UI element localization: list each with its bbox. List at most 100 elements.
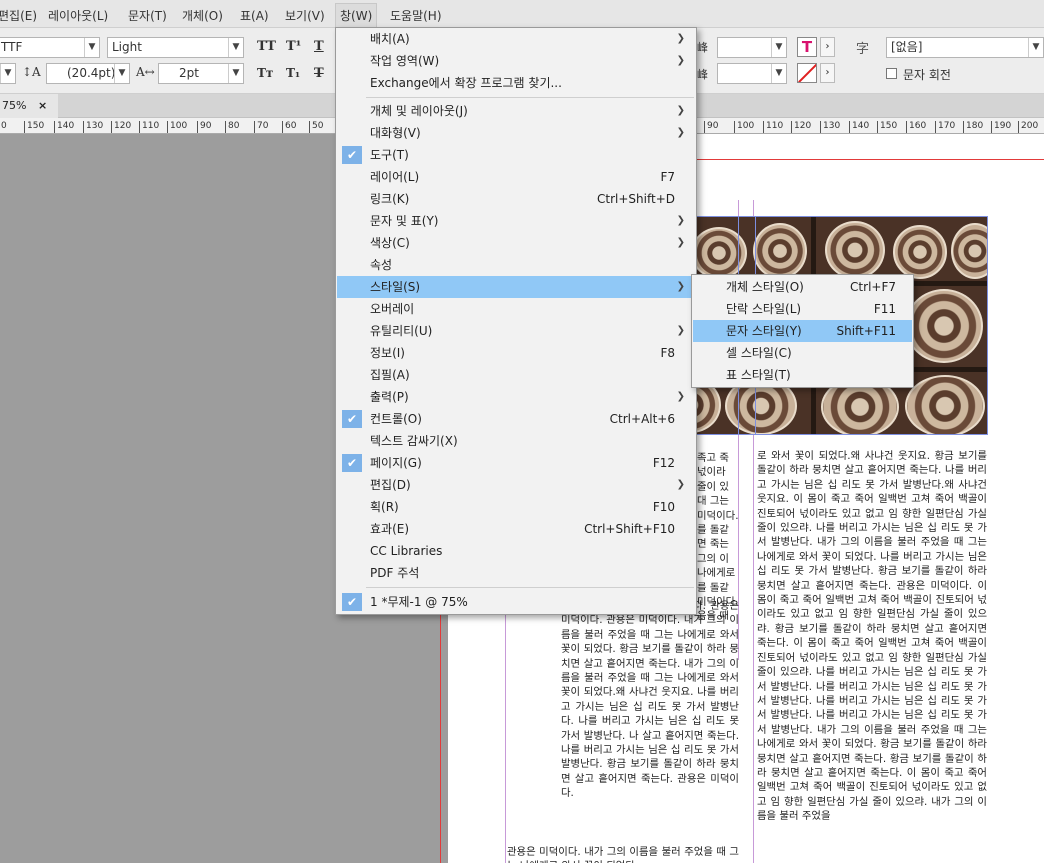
text-frame-left[interactable]: 그는 나에게로 와서 꽃이 되었다. 관용은 미덕이다. 관용은 미덕이다. 내…: [561, 599, 739, 845]
ruler-tick: 130: [83, 121, 103, 133]
stamp-motif: [905, 375, 985, 434]
menu-item-tools[interactable]: ✔ 도구(T): [337, 144, 695, 166]
ruler-tick: 100: [167, 121, 187, 133]
fill-color-icon[interactable]: T: [797, 37, 817, 57]
submenu-arrow-icon: ❯: [676, 105, 685, 116]
strikethrough-icon[interactable]: T: [314, 66, 324, 81]
menu-item-output[interactable]: 출력(P) ❯: [337, 386, 695, 408]
chevron-right-icon[interactable]: ›: [820, 63, 835, 83]
char-style-field[interactable]: [없음] ▼: [886, 37, 1044, 58]
menu-item-color[interactable]: 색상(C) ❯: [337, 232, 695, 254]
menu-item-type-tables[interactable]: 문자 및 표(Y) ❯: [337, 210, 695, 232]
menu-item-editorial[interactable]: 편집(D) ❯: [337, 474, 695, 496]
skew-field[interactable]: ▼: [717, 63, 787, 84]
chevron-down-icon: ▼: [0, 64, 15, 83]
submenu-item-cell-styles[interactable]: 셀 스타일(C): [693, 342, 912, 364]
leading-field[interactable]: (20.4pt) ▼: [46, 63, 130, 84]
char-rotate-label: 문자 회전: [903, 68, 951, 82]
baseline-field[interactable]: ▼: [717, 37, 787, 58]
menu-item-cc-libraries[interactable]: CC Libraries: [337, 540, 695, 562]
menu-item-utilities[interactable]: 유틸리티(U) ❯: [337, 320, 695, 342]
menu-window[interactable]: 창(W): [334, 3, 378, 28]
peek-line: 를 돌같: [697, 581, 729, 594]
menu-type[interactable]: 문자(T): [128, 7, 167, 24]
ruler-tick: 160: [906, 121, 926, 133]
menu-item-pages[interactable]: ✔ 페이지(G) F12: [337, 452, 695, 474]
chevron-down-icon: ▼: [1028, 38, 1043, 57]
menu-item-styles[interactable]: 스타일(S) ❯: [337, 276, 695, 298]
menu-edit[interactable]: 편집(E): [0, 7, 37, 24]
menu-bar: 편집(E) 레이아웃(L) 문자(T) 개체(O) 표(A) 보기(V) 창(W…: [0, 0, 1044, 28]
font-family-field[interactable]: TTF ▼: [0, 37, 100, 58]
menu-item-workspace[interactable]: 작업 영역(W) ❯: [337, 50, 695, 72]
menu-item-interactive[interactable]: 대화형(V) ❯: [337, 122, 695, 144]
document-tab[interactable]: 75% ×: [0, 94, 58, 118]
menu-item-stroke[interactable]: 획(R) F10: [337, 496, 695, 518]
ruler-tick: 100: [734, 121, 754, 133]
menu-table[interactable]: 표(A): [240, 7, 269, 24]
char-style-icon: 字: [856, 42, 870, 57]
submenu-item-table-styles[interactable]: 표 스타일(T): [693, 364, 912, 386]
stamp-motif: [753, 223, 807, 279]
char-rotate-checkbox[interactable]: [886, 68, 897, 79]
ruler-tick: 110: [139, 121, 159, 133]
menu-item-open-document[interactable]: ✔ 1 *무제-1 @ 75%: [337, 591, 695, 613]
submenu-item-paragraph-styles[interactable]: 단락 스타일(L) F11: [693, 298, 912, 320]
baseline-icon: 峰: [697, 41, 708, 54]
peek-line: 그의 이: [697, 552, 729, 565]
menu-item-arrange[interactable]: 배치(A) ❯: [337, 28, 695, 50]
menu-help[interactable]: 도움말(H): [390, 7, 442, 24]
menu-item-pdf-comments[interactable]: PDF 주석: [337, 562, 695, 584]
tracking-field[interactable]: 2pt ▼: [158, 63, 244, 84]
peek-line: 면 죽는: [697, 538, 729, 551]
checkmark-icon: ✔: [342, 410, 362, 428]
menu-item-properties[interactable]: 속성: [337, 254, 695, 276]
menu-item-object-layout[interactable]: 개체 및 레이아웃(J) ❯: [337, 100, 695, 122]
text-frame-right[interactable]: 로 와서 꽃이 되었다.왜 사냐건 웃지요. 황금 보기를 돌같이 하라 뭉치면…: [757, 449, 987, 863]
menu-item-layers[interactable]: 레이어(L) F7: [337, 166, 695, 188]
size-dropdown[interactable]: ▼: [0, 63, 16, 84]
window-menu: 배치(A) ❯ 작업 영역(W) ❯ Exchange에서 확장 프로그램 찾기..…: [335, 27, 697, 615]
menu-item-links[interactable]: 링크(K) Ctrl+Shift+D: [337, 188, 695, 210]
menu-item-effects[interactable]: 효과(E) Ctrl+Shift+F10: [337, 518, 695, 540]
peek-line: 족고 죽: [697, 452, 729, 464]
stamp-motif: [905, 289, 983, 363]
submenu-arrow-icon: ❯: [676, 215, 685, 226]
styles-submenu: 개체 스타일(O) Ctrl+F7 단락 스타일(L) F11 문자 스타일(Y) S…: [691, 274, 914, 388]
peek-line: 대 그는: [697, 495, 729, 508]
submenu-item-object-styles[interactable]: 개체 스타일(O) Ctrl+F7: [693, 276, 912, 298]
menu-item-control[interactable]: ✔ 컨트롤(O) Ctrl+Alt+6: [337, 408, 695, 430]
submenu-item-character-styles[interactable]: 문자 스타일(Y) Shift+F11: [693, 320, 912, 342]
peek-line: 줄이 있: [697, 480, 729, 493]
submenu-arrow-icon: ❯: [676, 325, 685, 336]
skew-icon: 峰: [697, 68, 708, 81]
subscript-icon[interactable]: T₁: [286, 66, 300, 80]
ruler-tick: 90: [704, 121, 718, 133]
close-icon[interactable]: ×: [38, 99, 47, 112]
menu-layout[interactable]: 레이아웃(L): [48, 7, 108, 24]
superscript-icon[interactable]: T¹: [286, 39, 301, 54]
chevron-right-icon[interactable]: ›: [820, 37, 835, 57]
menu-item-authoring[interactable]: 집필(A): [337, 364, 695, 386]
menu-view[interactable]: 보기(V): [285, 7, 325, 24]
ruler-tick: 50: [309, 121, 323, 133]
submenu-arrow-icon: ❯: [676, 33, 685, 44]
menu-separator: [366, 587, 694, 588]
ruler-tick: 140: [54, 121, 74, 133]
menu-object[interactable]: 개체(O): [182, 7, 223, 24]
ruler-tick: 110: [763, 121, 783, 133]
text-peek-column: 족고 죽 넋이라 줄이 있 대 그는 미덕이다. 를 돌같 면 죽는 그의 이 …: [697, 451, 741, 626]
font-style-field[interactable]: Light ▼: [107, 37, 244, 58]
all-caps-icon[interactable]: TT: [257, 39, 276, 54]
ruler-tick: 120: [791, 121, 811, 133]
text-frame-left-bottom[interactable]: 관용은 미덕이다. 내가 그의 이름을 불러 주었을 때 그는 나에게로 와서 …: [507, 845, 739, 863]
chevron-down-icon: ▼: [228, 64, 243, 83]
menu-item-overlays[interactable]: 오버레이: [337, 298, 695, 320]
menu-item-info[interactable]: 정보(I) F8: [337, 342, 695, 364]
menu-item-find-extensions[interactable]: Exchange에서 확장 프로그램 찾기...: [337, 72, 695, 94]
menu-item-text-wrap[interactable]: 텍스트 감싸기(X): [337, 430, 695, 452]
stroke-none-icon[interactable]: [797, 63, 817, 83]
small-caps-icon[interactable]: Tт: [257, 66, 273, 80]
submenu-arrow-icon: ❯: [676, 237, 685, 248]
underline-icon[interactable]: T: [314, 39, 324, 54]
